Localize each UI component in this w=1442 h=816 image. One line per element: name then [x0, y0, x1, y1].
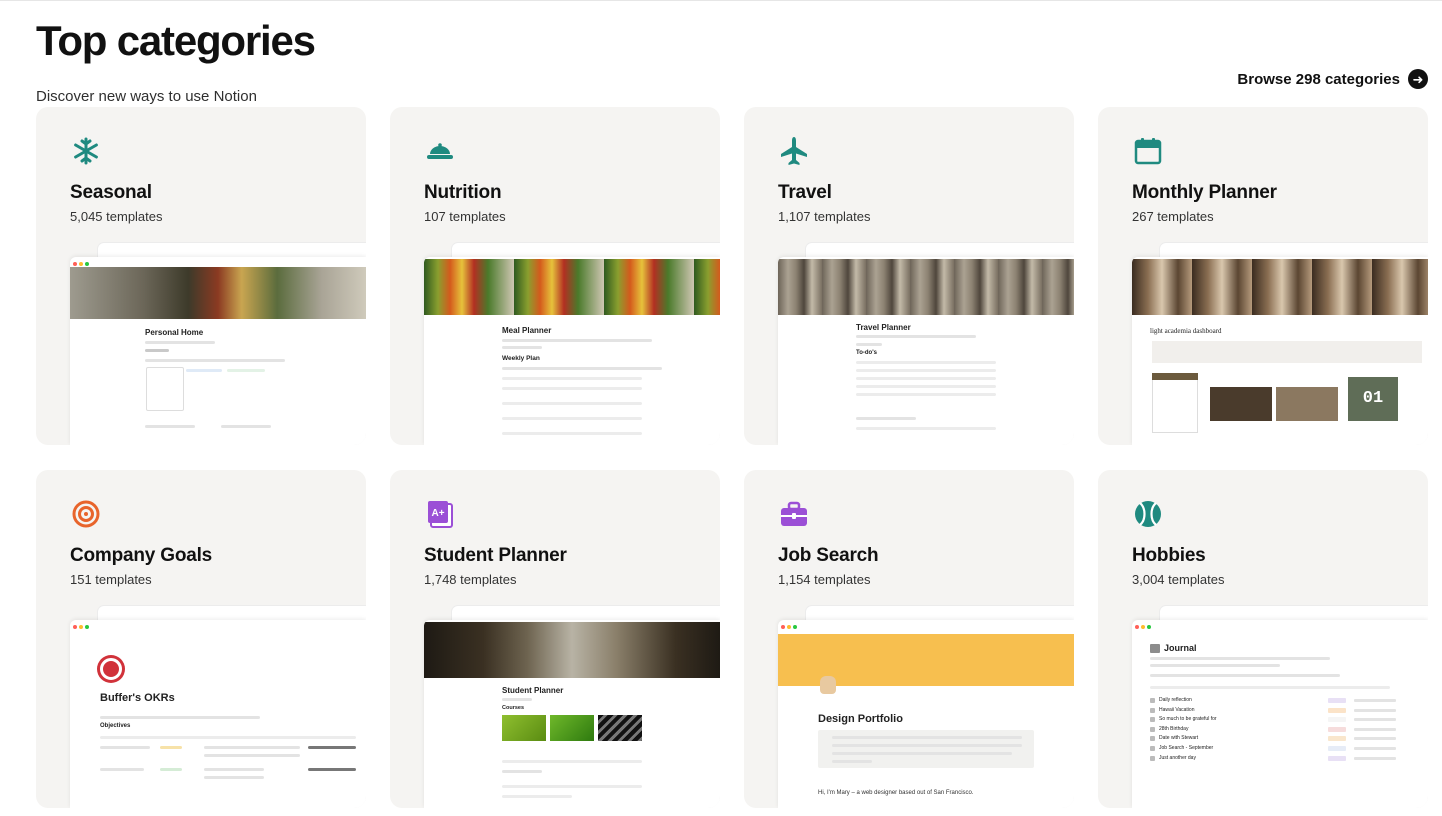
- target-icon: [72, 500, 100, 528]
- category-card-nutrition[interactable]: Nutrition 107 templates Meal Planner Wee…: [390, 107, 720, 445]
- briefcase-icon: [781, 501, 807, 526]
- journal-entry: Hawaii Vacation: [1159, 706, 1195, 713]
- entry-icon: [1150, 755, 1155, 761]
- template-count: 3,004 templates: [1132, 572, 1225, 587]
- entry-date: [1354, 699, 1396, 702]
- category-name: Hobbies: [1132, 545, 1206, 566]
- calendar-icon: [1134, 138, 1162, 165]
- entry-date: [1354, 718, 1396, 722]
- section-header: Top categories Discover new ways to use …: [36, 16, 1428, 105]
- preview-title: Student Planner: [502, 686, 564, 695]
- tennis-ball-icon: [1135, 501, 1161, 527]
- entry-tag: [1328, 698, 1346, 703]
- entry-icon: [1150, 736, 1155, 742]
- template-preview: Travel Planner To-do's: [778, 243, 1074, 445]
- grade-book-icon: A+: [428, 501, 453, 528]
- journal-entry: So much to be grateful for: [1159, 716, 1217, 723]
- template-preview: Buffer's OKRs Objectives: [70, 606, 366, 808]
- airplane-icon: [781, 137, 807, 165]
- entry-tag: [1328, 755, 1346, 761]
- preview-subtitle: Hi, I'm Mary – a web designer based out …: [818, 790, 974, 796]
- preview-title: Meal Planner: [502, 326, 552, 335]
- template-preview: Student Planner Courses: [424, 606, 720, 808]
- entry-date: [1354, 747, 1396, 750]
- category-card-travel[interactable]: Travel 1,107 templates Travel Planner To…: [744, 107, 1074, 445]
- entry-tag: [1328, 717, 1346, 723]
- category-card-hobbies[interactable]: Hobbies 3,004 templates Journal Daily re…: [1098, 470, 1428, 808]
- preview-cover-image: [424, 259, 720, 315]
- browse-categories-link[interactable]: Browse 298 categories ➜: [1237, 69, 1428, 89]
- category-card-student-planner[interactable]: A+ Student Planner 1,748 templates Stude…: [390, 470, 720, 808]
- category-name: Company Goals: [70, 545, 213, 566]
- preview-cover-image: [1132, 259, 1428, 315]
- preview-title: Buffer's OKRs: [100, 692, 175, 704]
- page-subtitle: Discover new ways to use Notion: [36, 88, 257, 105]
- template-count: 1,107 templates: [778, 209, 871, 224]
- preview-subtitle: Objectives: [100, 723, 131, 729]
- preview-title: Journal: [1164, 643, 1197, 653]
- category-card-company-goals[interactable]: Company Goals 151 templates Buffer's OKR…: [36, 470, 366, 808]
- book-emoji-icon: [1150, 644, 1160, 653]
- entry-icon: [1150, 726, 1155, 732]
- category-name: Monthly Planner: [1132, 182, 1277, 203]
- entry-date: [1354, 727, 1396, 731]
- snowflake-icon: [74, 137, 98, 165]
- template-count: 267 templates: [1132, 209, 1214, 224]
- categories-grid: Seasonal 5,045 templates Personal Home N…: [36, 107, 1428, 809]
- category-card-monthly-planner[interactable]: Monthly Planner 267 templates light acad…: [1098, 107, 1428, 445]
- arrow-right-icon: ➜: [1408, 69, 1428, 89]
- template-preview: Journal Daily reflection Hawaii Vacation S…: [1132, 606, 1428, 808]
- category-name: Nutrition: [424, 182, 502, 203]
- category-name: Seasonal: [70, 182, 152, 203]
- hand-emoji-icon: [820, 676, 836, 694]
- template-count: 107 templates: [424, 209, 506, 224]
- page-title: Top categories: [36, 17, 316, 64]
- journal-entry: 28th Birthday: [1159, 725, 1189, 732]
- template-count: 151 templates: [70, 572, 152, 587]
- preview-cover-image: [778, 259, 1074, 315]
- entry-tag: [1328, 726, 1346, 732]
- category-name: Job Search: [778, 545, 879, 566]
- preview-subtitle: Courses: [502, 705, 525, 711]
- category-card-seasonal[interactable]: Seasonal 5,045 templates Personal Home: [36, 107, 366, 445]
- template-preview: Meal Planner Weekly Plan: [424, 243, 720, 445]
- entry-icon: [1150, 707, 1155, 713]
- svg-text:A+: A+: [431, 508, 444, 519]
- template-preview: light academia dashboard 01 04: [1132, 243, 1428, 445]
- template-preview: Personal Home: [70, 243, 366, 445]
- target-emoji-icon: [100, 658, 122, 680]
- journal-entry: Daily reflection: [1159, 697, 1192, 703]
- entry-icon: [1150, 698, 1155, 703]
- category-card-job-search[interactable]: Job Search 1,154 templates Design Portfo…: [744, 470, 1074, 808]
- entry-icon: [1150, 746, 1155, 751]
- category-name: Travel: [778, 182, 832, 203]
- entry-tag: [1328, 746, 1346, 751]
- category-name: Student Planner: [424, 545, 567, 566]
- entry-date: [1354, 737, 1396, 741]
- template-count: 1,748 templates: [424, 572, 517, 587]
- journal-entry: Just another day: [1159, 754, 1196, 761]
- entry-tag: [1328, 707, 1346, 713]
- food-tray-icon: [427, 143, 453, 159]
- preview-title: Personal Home: [145, 328, 204, 337]
- preview-title: light academia dashboard: [1150, 327, 1222, 335]
- preview-clock: 01 04: [1348, 377, 1398, 445]
- template-count: 5,045 templates: [70, 209, 163, 224]
- entry-date: [1354, 708, 1396, 712]
- preview-title: Travel Planner: [856, 323, 911, 332]
- entry-icon: [1150, 717, 1155, 723]
- top-divider: [0, 0, 1442, 3]
- template-count: 1,154 templates: [778, 572, 871, 587]
- preview-title: Design Portfolio: [818, 713, 903, 725]
- entry-tag: [1328, 736, 1346, 742]
- entry-date: [1354, 756, 1396, 760]
- preview-subtitle: To-do's: [856, 350, 877, 356]
- preview-subtitle: Weekly Plan: [502, 355, 540, 362]
- preview-cover-image: [424, 622, 720, 678]
- preview-cover-image: [70, 267, 366, 319]
- browse-label: Browse 298 categories: [1237, 70, 1400, 88]
- journal-entry: Job Search - September: [1159, 745, 1214, 751]
- template-preview: Design Portfolio Hi, I'm Mary – a web de…: [778, 606, 1074, 808]
- journal-entry: Date with Stewart: [1159, 735, 1199, 742]
